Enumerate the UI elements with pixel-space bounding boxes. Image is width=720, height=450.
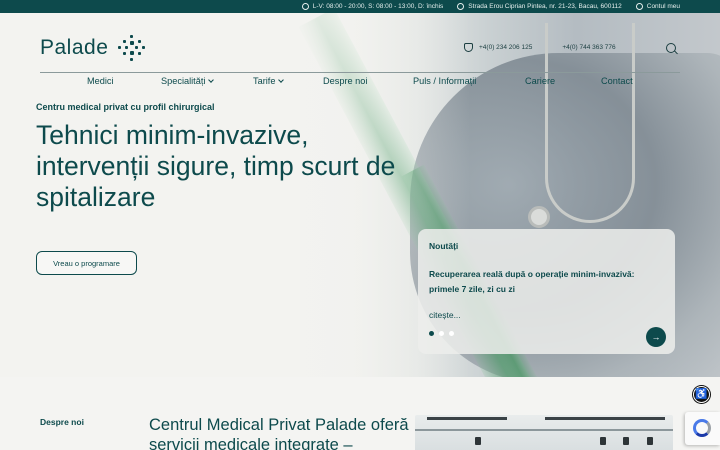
- carousel-dot[interactable]: [439, 331, 444, 336]
- nav-item-tarife[interactable]: Tarife: [253, 76, 285, 86]
- carousel-dot[interactable]: [429, 331, 434, 336]
- logo[interactable]: Palade: [40, 35, 146, 61]
- chevron-down-icon: [208, 77, 215, 83]
- hero-kicker: Centru medical privat cu profil chirurgi…: [36, 102, 215, 112]
- nav-item-label: Medici: [87, 76, 114, 86]
- top-info-bar: L-V: 08:00 - 20:00, S: 08:00 - 13:00, D:…: [0, 0, 720, 13]
- main-nav: Medici Specialități Tarife Despre noi Pu…: [40, 76, 680, 92]
- nav-item-cariere[interactable]: Cariere: [525, 76, 555, 86]
- recaptcha-icon: [693, 419, 711, 437]
- nav-item-specialitati[interactable]: Specialități: [161, 76, 215, 86]
- hero-title: Tehnici minim-invazive, intervenții sigu…: [36, 120, 396, 212]
- logo-dots-icon: [118, 35, 146, 61]
- ceiling-lamp: [647, 437, 653, 445]
- nav-item-despre-noi[interactable]: Despre noi: [323, 76, 367, 86]
- address-text: Strada Erou Ciprian Pintea, nr. 21-23, B…: [468, 3, 622, 10]
- ceiling-lamp: [475, 437, 481, 445]
- news-card: Noutăți Recuperarea reală după o operați…: [418, 229, 675, 354]
- location-pin-icon: [457, 3, 465, 10]
- nav-item-label: Tarife: [253, 76, 276, 86]
- about-label: Despre noi: [40, 417, 84, 427]
- nav-item-label: Contact: [601, 76, 633, 86]
- phone-1-text: +4(0) 234 206 125: [479, 44, 533, 51]
- recaptcha-badge[interactable]: [685, 412, 720, 445]
- nav-item-label: Despre noi: [323, 76, 368, 86]
- nav-divider: [40, 72, 680, 73]
- carousel-dots: [429, 331, 454, 336]
- site-header: Palade +4(0) 234 206 125 +4(0) 744 363 7…: [0, 13, 720, 88]
- about-heading: Centrul Medical Privat Palade oferă serv…: [149, 416, 409, 450]
- phone-2-text: +4(0) 744 363 776: [562, 44, 616, 51]
- ceiling-beam: [545, 417, 665, 420]
- ceiling-beam: [427, 417, 507, 420]
- nav-item-medici[interactable]: Medici: [87, 76, 114, 86]
- ceiling-lamp: [623, 437, 629, 445]
- nav-item-contact[interactable]: Contact: [601, 76, 633, 86]
- account-link-text: Contul meu: [646, 3, 680, 10]
- address[interactable]: Strada Erou Ciprian Pintea, nr. 21-23, B…: [457, 3, 622, 10]
- logo-text: Palade: [40, 36, 109, 59]
- ceiling-lamp: [600, 437, 606, 445]
- headset-icon: [464, 43, 473, 52]
- news-headline-link[interactable]: Recuperarea reală după o operație minim-…: [429, 267, 659, 296]
- appointment-button[interactable]: Vreau o programare: [36, 251, 137, 275]
- accessibility-icon[interactable]: ♿: [693, 386, 710, 403]
- read-more-link[interactable]: citește...: [429, 310, 461, 320]
- clock-icon: [301, 3, 309, 10]
- nav-item-label: Cariere: [525, 76, 556, 86]
- nav-item-label: Specialități: [161, 76, 206, 86]
- about-section: Despre noi Centrul Medical Privat Palade…: [0, 377, 720, 450]
- phone-numbers: +4(0) 234 206 125 +4(0) 744 363 776: [464, 43, 616, 52]
- search-icon[interactable]: [666, 43, 676, 53]
- nav-item-puls-informatii[interactable]: Puls / Informații: [413, 76, 476, 86]
- phone-link-2[interactable]: +4(0) 744 363 776: [562, 43, 615, 52]
- carousel-next-button[interactable]: →: [646, 327, 666, 347]
- opening-hours-text: L-V: 08:00 - 20:00, S: 08:00 - 13:00, D:…: [312, 3, 444, 10]
- hero-image-stethoscope-head: [528, 206, 550, 228]
- chevron-down-icon: [278, 77, 285, 83]
- phone-link-1[interactable]: +4(0) 234 206 125: [464, 43, 532, 52]
- user-icon: [635, 3, 643, 10]
- arrow-right-icon: →: [651, 332, 661, 342]
- carousel-dot[interactable]: [449, 331, 454, 336]
- opening-hours: L-V: 08:00 - 20:00, S: 08:00 - 13:00, D:…: [301, 3, 444, 10]
- nav-item-label: Puls / Informații: [413, 76, 477, 86]
- clinic-interior-image: [415, 415, 673, 450]
- account-link[interactable]: Contul meu: [635, 3, 680, 10]
- news-card-title: Noutăți: [429, 241, 459, 251]
- ceiling-rail: [415, 429, 673, 431]
